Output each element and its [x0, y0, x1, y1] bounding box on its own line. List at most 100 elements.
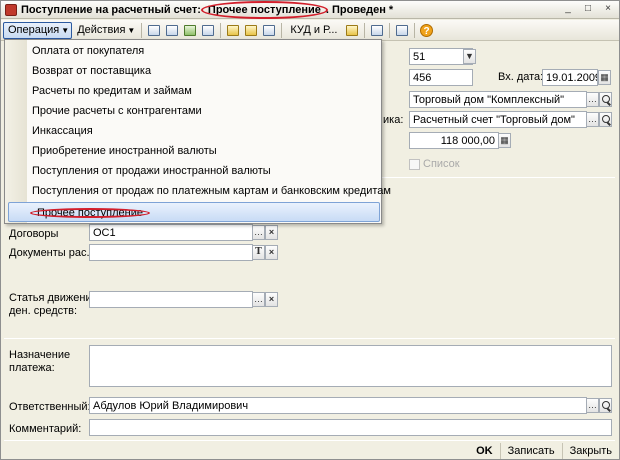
- cash-flow-field[interactable]: [89, 291, 253, 308]
- menu-item-card-payments[interactable]: Поступления от продаж по платежным карта…: [5, 181, 391, 201]
- chevron-down-icon: ▼: [61, 25, 70, 35]
- menu-item-loans[interactable]: Расчеты по кредитам и займам: [5, 81, 381, 101]
- movements-button[interactable]: [260, 22, 278, 39]
- responsible-label: Ответственный:: [9, 401, 91, 413]
- responsible-field[interactable]: Абдулов Юрий Владимирович: [89, 397, 587, 414]
- contracts-field[interactable]: ОС1: [89, 224, 253, 241]
- help-button[interactable]: ?: [418, 22, 436, 39]
- menu-item-sell-currency[interactable]: Поступления от продажи иностранной валют…: [5, 161, 381, 181]
- close-window-button[interactable]: ×: [601, 3, 615, 16]
- bank-account-select-button[interactable]: …: [586, 112, 599, 127]
- menu-item-other-counterparties[interactable]: Прочие расчеты с контрагентами: [5, 101, 381, 121]
- help-icon: ?: [420, 23, 433, 37]
- bank-account-label: ика:: [383, 114, 404, 126]
- table-settings-button[interactable]: [393, 22, 411, 39]
- comment-field[interactable]: [89, 419, 612, 436]
- ellipsis-icon: …: [588, 94, 597, 104]
- bottom-button-bar: OK Записать Закрыть: [1, 442, 619, 460]
- document-window: Поступление на расчетный счет: Прочее по…: [0, 0, 620, 460]
- list-checkbox[interactable]: Список: [409, 158, 460, 170]
- cash-flow-select-button[interactable]: …: [252, 292, 265, 307]
- operation-menu-label: Операция: [8, 24, 60, 36]
- calendar-button[interactable]: ▦: [598, 70, 611, 85]
- toolbar-separator: [281, 22, 283, 38]
- clear-icon: ×: [268, 294, 275, 304]
- kud-label: КУД и Р...: [290, 24, 338, 36]
- list-checkbox-label: Список: [423, 158, 460, 170]
- menu-item-collection[interactable]: Инкассация: [5, 121, 381, 141]
- calculator-icon: ▦: [500, 135, 509, 145]
- toolbar-separator: [141, 22, 143, 38]
- menu-item-payment-from-buyer[interactable]: Оплата от покупателя: [5, 41, 381, 61]
- clear-icon: ×: [268, 227, 275, 237]
- menu-item-other-income-label: Прочее поступление: [33, 207, 147, 219]
- incoming-date-label: Вх. дата:: [498, 71, 544, 83]
- organization-field[interactable]: Торговый дом "Комплексный": [409, 91, 587, 108]
- based-on-button[interactable]: [224, 22, 242, 39]
- filter-button[interactable]: [368, 22, 386, 39]
- filter-icon: [370, 24, 383, 36]
- responsible-select-button[interactable]: …: [586, 398, 599, 413]
- documents-clear-button[interactable]: ×: [265, 245, 278, 260]
- amount-field[interactable]: 118 000,00: [409, 132, 499, 149]
- structure-icon: [245, 24, 258, 36]
- purpose-divider: [4, 338, 615, 339]
- responsible-open-button[interactable]: [599, 398, 612, 413]
- app-icon: [5, 3, 17, 16]
- text-icon: T: [255, 247, 262, 257]
- structure-button[interactable]: [242, 22, 260, 39]
- checkbox-icon: [409, 158, 420, 170]
- movements-icon: [263, 24, 276, 36]
- title-bar: Поступление на расчетный счет: Прочее по…: [1, 0, 619, 19]
- payment-purpose-textarea[interactable]: [89, 345, 612, 387]
- organization-open-button[interactable]: [599, 92, 612, 107]
- incoming-number-field[interactable]: 456: [409, 69, 473, 86]
- title-operation-highlight: Прочее поступление: [200, 0, 328, 19]
- toolbar-separator: [413, 22, 415, 38]
- menu-item-return-from-supplier[interactable]: Возврат от поставщика: [5, 61, 381, 81]
- toolbar: Операция ▼ Действия ▼ КУД и Р... ?: [1, 20, 619, 41]
- menu-item-other-income[interactable]: Прочее поступление: [8, 202, 380, 222]
- maximize-button[interactable]: □: [581, 3, 595, 16]
- account-dropdown-button[interactable]: ▼: [463, 49, 476, 64]
- post-button[interactable]: [181, 22, 199, 39]
- operation-menu-button[interactable]: Операция ▼: [3, 21, 73, 39]
- purpose-label-line1: Назначение: [9, 349, 71, 361]
- close-bottom-button[interactable]: Закрыть: [561, 443, 619, 459]
- post-close-icon: [148, 24, 161, 36]
- documents-text-button[interactable]: T: [252, 245, 265, 260]
- list-icon: [395, 24, 408, 36]
- menu-item-buy-currency[interactable]: Приобретение иностранной валюты: [5, 141, 381, 161]
- dt-kt-button[interactable]: [343, 22, 361, 39]
- refresh-button[interactable]: [199, 22, 217, 39]
- save-button[interactable]: [163, 22, 181, 39]
- operation-dropdown-menu: Оплата от покупателя Возврат от поставщи…: [4, 39, 391, 224]
- actions-menu-button[interactable]: Действия ▼: [72, 22, 138, 39]
- organization-select-button[interactable]: …: [586, 92, 599, 107]
- contracts-clear-button[interactable]: ×: [265, 225, 278, 240]
- documents-label: Документы рас...: [9, 247, 96, 259]
- minimize-button[interactable]: _: [561, 3, 575, 16]
- documents-field[interactable]: [89, 244, 253, 261]
- bank-account-open-button[interactable]: [599, 112, 612, 127]
- post-and-close-button[interactable]: [145, 22, 163, 39]
- bank-account-field[interactable]: Расчетный счет "Торговый дом": [409, 111, 587, 128]
- ellipsis-icon: …: [254, 294, 263, 304]
- footer-divider: [4, 440, 615, 441]
- contracts-select-button[interactable]: …: [252, 225, 265, 240]
- title-status: . Проведен *: [325, 3, 394, 16]
- save-icon: [166, 24, 179, 36]
- kud-button[interactable]: КУД и Р...: [285, 22, 342, 39]
- incoming-date-field[interactable]: 19.01.2009: [542, 69, 598, 86]
- clear-icon: ×: [268, 247, 275, 257]
- purpose-label-line2: платежа:: [9, 362, 55, 374]
- calculator-button[interactable]: ▦: [498, 133, 511, 148]
- toolbar-separator: [220, 22, 222, 38]
- save-bottom-button[interactable]: Записать: [499, 443, 562, 459]
- chevron-down-icon: ▼: [127, 25, 136, 35]
- cash-flow-clear-button[interactable]: ×: [265, 292, 278, 307]
- ok-button[interactable]: OK: [469, 443, 500, 459]
- actions-menu-label: Действия: [77, 24, 126, 36]
- dt-kt-icon: [345, 24, 358, 36]
- cash-flow-label-line2: ден. средств:: [9, 305, 78, 317]
